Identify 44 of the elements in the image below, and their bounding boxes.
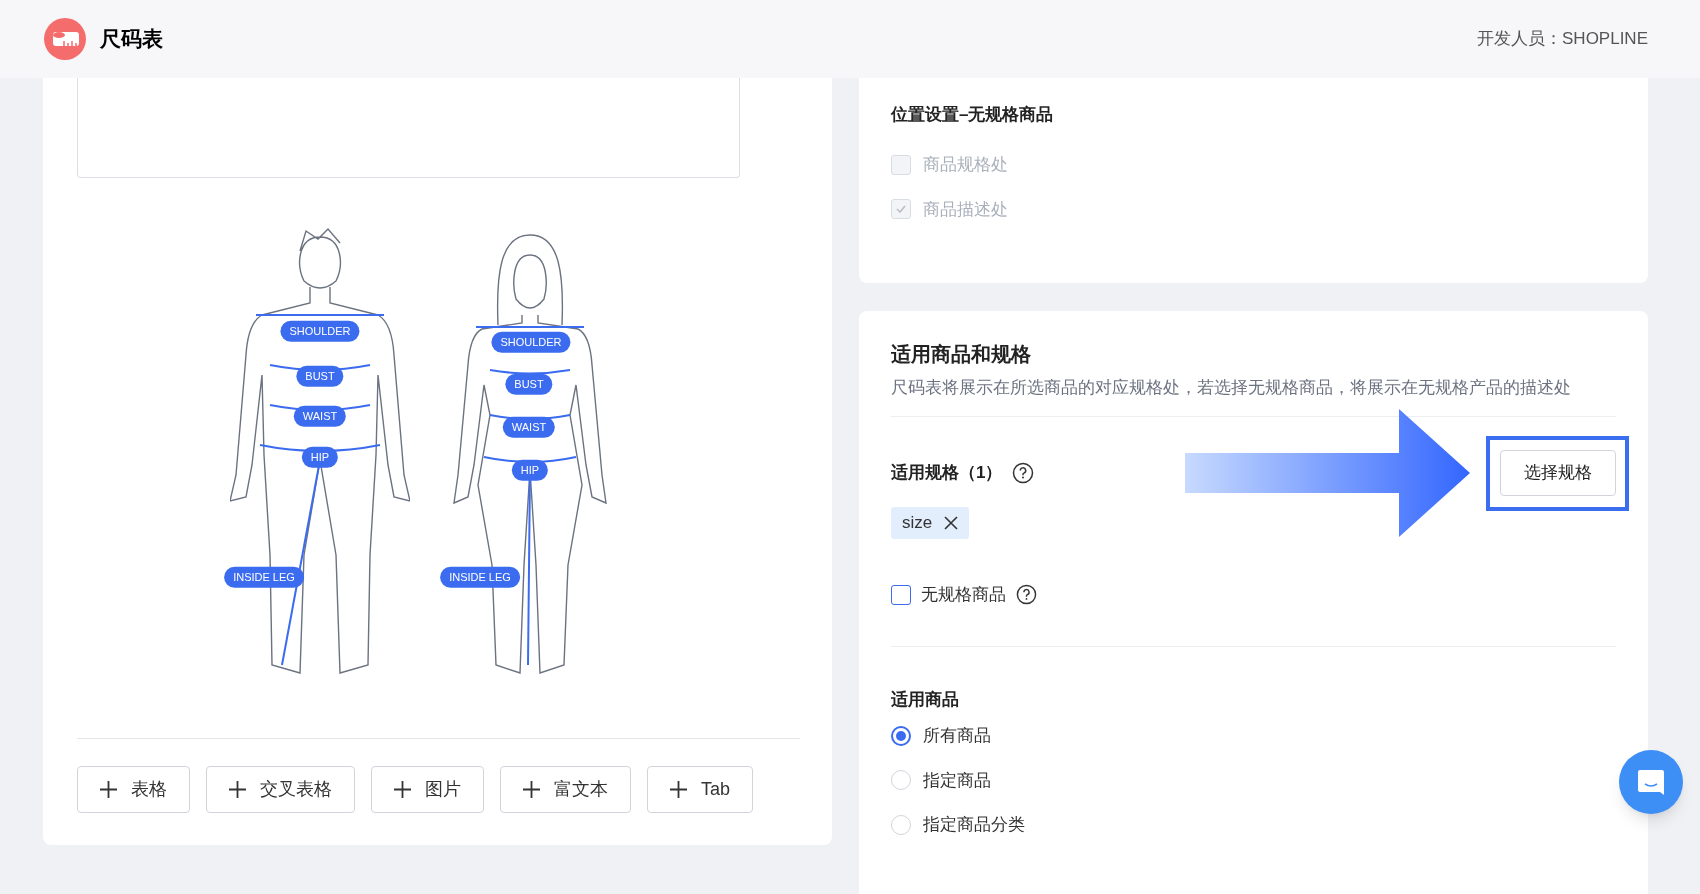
measurement-label: BUST — [296, 365, 344, 387]
radio-button[interactable] — [891, 725, 911, 746]
measurement-label: INSIDE LEG — [440, 566, 520, 588]
plus-icon — [523, 781, 540, 798]
add-block-button[interactable]: 表格 — [77, 766, 190, 813]
checkbox[interactable] — [891, 584, 911, 605]
section-title: 位置设置–无规格商品 — [891, 104, 1055, 126]
chat-button[interactable] — [1619, 750, 1683, 814]
plus-icon — [229, 781, 246, 798]
products-label: 适用商品 — [891, 688, 960, 711]
developer-label: 开发人员：SHOPLINE — [1477, 28, 1648, 51]
checkbox-label: 商品规格处 — [923, 154, 1008, 176]
measurement-label: HIP — [301, 446, 339, 468]
help-icon[interactable] — [1016, 584, 1037, 606]
help-icon[interactable] — [1012, 462, 1035, 484]
add-block-button[interactable]: 富文本 — [500, 766, 631, 813]
tape-measure-logo-icon — [44, 18, 86, 60]
close-icon[interactable] — [944, 516, 959, 530]
radio-label: 所有商品 — [923, 725, 991, 747]
radio-label: 指定商品 — [923, 769, 991, 792]
measurement-label: HIP — [511, 459, 549, 481]
plus-icon — [670, 781, 687, 798]
plus-icon — [394, 781, 411, 798]
measurement-label: BUST — [505, 373, 553, 395]
measurement-label: SHOULDER — [280, 320, 360, 342]
add-block-button[interactable]: Tab — [647, 766, 754, 813]
checkbox-label: 商品描述处 — [923, 198, 1008, 221]
tag-label: size — [902, 512, 933, 535]
check-icon — [895, 203, 907, 216]
select-variants-button[interactable]: 选择规格 — [1500, 450, 1616, 496]
measurement-label: INSIDE LEG — [224, 566, 304, 588]
measurement-label: SHOULDER — [491, 331, 571, 353]
app-title: 尺码表 — [100, 26, 163, 53]
section-description: 尺码表将展示在所选商品的对应规格处，若选择无规格商品，将展示在无规格产品的描述处 — [891, 377, 1572, 399]
checkbox-label: 无规格商品 — [921, 584, 1006, 606]
plus-icon — [100, 781, 117, 798]
section-title: 适用商品和规格 — [891, 342, 1032, 367]
variants-label: 适用规格（1） — [891, 462, 1003, 485]
radio-label: 指定商品分类 — [923, 814, 1025, 836]
chat-icon — [1636, 767, 1666, 797]
add-block-button[interactable]: 图片 — [371, 766, 484, 813]
add-block-button[interactable]: 交叉表格 — [206, 766, 355, 813]
measurement-label: WAIST — [293, 405, 347, 427]
measurement-label: WAIST — [502, 416, 556, 438]
